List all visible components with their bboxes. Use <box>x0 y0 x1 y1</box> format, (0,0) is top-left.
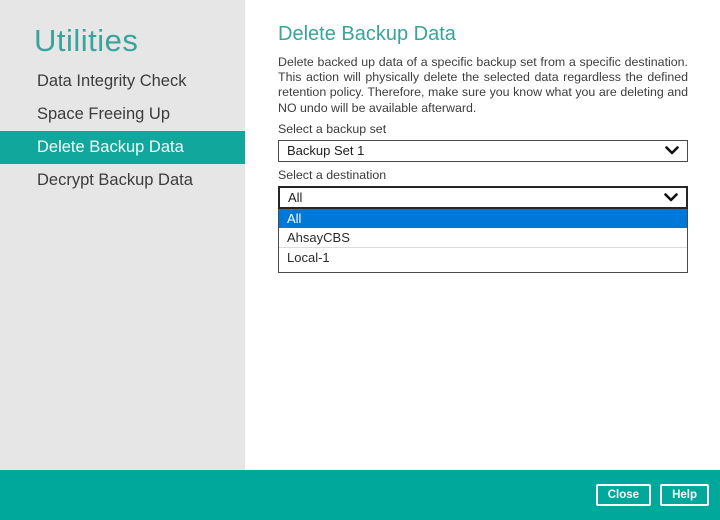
page-description: Delete backed up data of a specific back… <box>278 55 688 116</box>
utilities-window: Utilities Data Integrity Check Space Fre… <box>0 0 720 520</box>
main-panel: Delete Backup Data Delete backed up data… <box>245 0 720 470</box>
sidebar-item-label: Space Freeing Up <box>37 105 170 123</box>
option-all[interactable]: All <box>279 209 687 228</box>
backup-set-select[interactable]: Backup Set 1 <box>278 140 688 162</box>
destination-selected-value: All <box>288 190 302 205</box>
page-title: Delete Backup Data <box>278 24 688 44</box>
footer-bar: Close Help <box>0 470 720 520</box>
sidebar-item-data-integrity-check[interactable]: Data Integrity Check <box>0 65 245 98</box>
help-button[interactable]: Help <box>660 484 709 506</box>
backup-set-selected-value: Backup Set 1 <box>287 143 364 158</box>
sidebar-item-delete-backup-data[interactable]: Delete Backup Data <box>0 131 245 164</box>
destination-select[interactable]: All <box>278 186 688 209</box>
option-ahsaycbs[interactable]: AhsayCBS <box>279 228 687 248</box>
sidebar-item-label: Decrypt Backup Data <box>37 171 193 189</box>
sidebar-item-label: Data Integrity Check <box>37 72 186 90</box>
close-button[interactable]: Close <box>596 484 651 506</box>
option-local-1[interactable]: Local-1 <box>279 248 687 267</box>
sidebar-item-space-freeing-up[interactable]: Space Freeing Up <box>0 98 245 131</box>
sidebar-item-decrypt-backup-data[interactable]: Decrypt Backup Data <box>0 164 245 197</box>
chevron-down-icon <box>665 146 679 155</box>
sidebar-item-label: Delete Backup Data <box>37 138 184 156</box>
sidebar-title: Utilities <box>34 22 245 60</box>
backup-set-label: Select a backup set <box>278 123 688 136</box>
destination-label: Select a destination <box>278 169 688 182</box>
chevron-down-icon <box>664 193 678 202</box>
sidebar-menu: Data Integrity Check Space Freeing Up De… <box>0 65 245 197</box>
destination-option-list: All AhsayCBS Local-1 <box>278 209 688 273</box>
sidebar: Utilities Data Integrity Check Space Fre… <box>0 0 245 470</box>
